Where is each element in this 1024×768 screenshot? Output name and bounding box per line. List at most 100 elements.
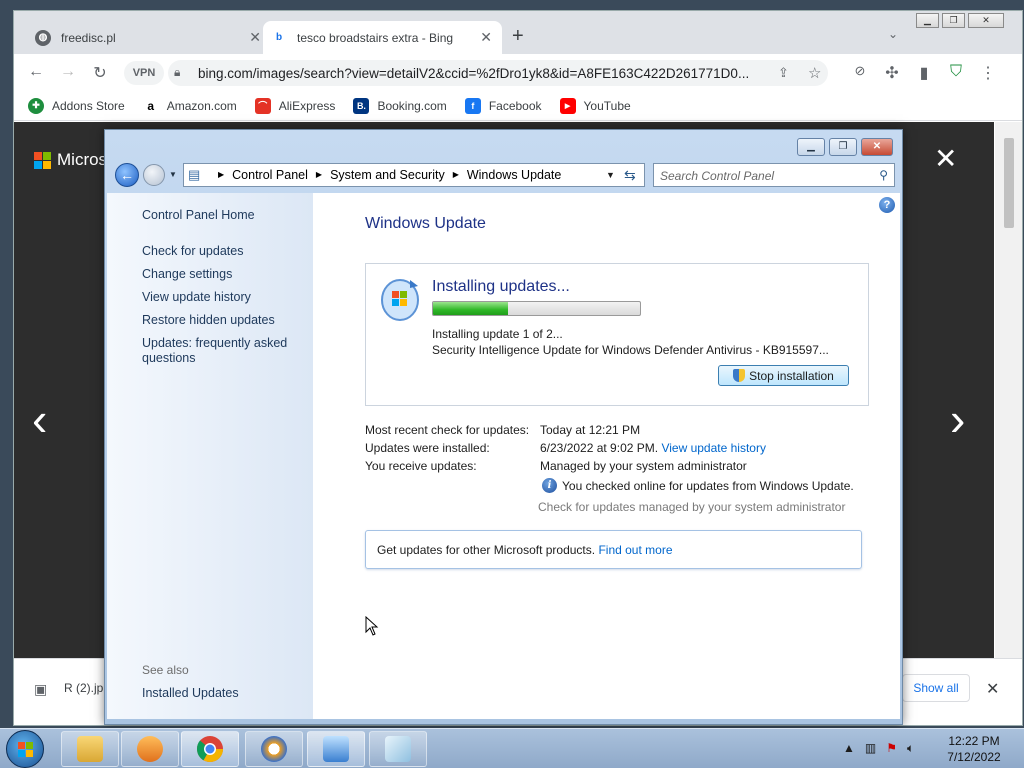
- restore-hidden-updates-link[interactable]: Restore hidden updates: [142, 313, 275, 327]
- close-download-bar-icon[interactable]: ✕: [986, 679, 999, 699]
- help-icon[interactable]: ?: [879, 197, 895, 213]
- shield-check-icon[interactable]: ⛉: [946, 63, 966, 81]
- find-out-more-link[interactable]: Find out more: [598, 543, 672, 557]
- tab-search-chevron-icon[interactable]: ⌄: [888, 27, 898, 41]
- cp-minimize-button[interactable]: ▁: [797, 138, 825, 156]
- search-input[interactable]: Search Control Panel ⚲: [653, 163, 895, 187]
- amazon-icon: a: [142, 97, 159, 114]
- faq-link[interactable]: Updates: frequently asked questions: [142, 336, 292, 366]
- close-window-button[interactable]: ✕: [968, 13, 1004, 28]
- extensions-puzzle-icon[interactable]: ✣: [882, 63, 902, 83]
- install-progress-bar: [432, 301, 641, 316]
- share-icon[interactable]: ⇪: [778, 65, 789, 81]
- recent-check-value: Today at 12:21 PM: [540, 423, 641, 437]
- install-update-name: Security Intelligence Update for Windows…: [432, 343, 829, 357]
- network-icon[interactable]: ▥: [865, 741, 876, 756]
- check-for-updates-link[interactable]: Check for updates: [142, 244, 243, 258]
- installing-panel: Installing updates... Installing update …: [365, 263, 869, 406]
- history-dropdown-icon[interactable]: ▼: [169, 170, 177, 179]
- page-scrollbar[interactable]: [995, 122, 1022, 658]
- addons-icon: ✚: [28, 97, 44, 114]
- taskbar-media-player[interactable]: [121, 731, 179, 767]
- taskbar-explorer[interactable]: [61, 731, 119, 767]
- show-hidden-icons[interactable]: ▲: [843, 741, 855, 756]
- close-tab-icon[interactable]: ✕: [249, 29, 261, 46]
- address-dropdown-icon[interactable]: ▼: [606, 170, 615, 180]
- bookmark-amazon[interactable]: a Amazon.com: [142, 97, 237, 114]
- new-tab-button[interactable]: +: [512, 25, 524, 48]
- close-viewer-icon[interactable]: ✕: [934, 142, 957, 175]
- tab-freedisc[interactable]: ◍ freedisc.pl ✕: [27, 21, 271, 54]
- installed-updates-link[interactable]: Installed Updates: [142, 686, 239, 700]
- installed-value: 6/23/2022 at 9:02 PM.: [540, 441, 659, 455]
- media-player-icon: [137, 736, 163, 762]
- change-settings-link[interactable]: Change settings: [142, 267, 232, 281]
- other-products-box: Get updates for other Microsoft products…: [365, 530, 862, 569]
- breadcrumb[interactable]: ▤ ▶ Control Panel ▶ System and Security …: [183, 163, 645, 187]
- bookmark-booking[interactable]: B. Booking.com: [353, 97, 447, 114]
- notepad-icon: [385, 736, 411, 762]
- system-tray: ▲ ▥ ⚑ 🔈︎: [843, 741, 914, 756]
- control-panel-home-link[interactable]: Control Panel Home: [142, 208, 255, 222]
- action-center-icon[interactable]: ⚑: [886, 741, 897, 756]
- forward-arrow-icon[interactable]: [143, 164, 165, 186]
- refresh-icon[interactable]: ⇆: [624, 167, 636, 184]
- clock-time: 12:22 PM: [948, 734, 1000, 748]
- back-icon[interactable]: ←: [26, 63, 46, 81]
- managed-note: Check for updates managed by your system…: [538, 500, 846, 514]
- installed-label: Updates were installed:: [365, 441, 490, 455]
- view-update-history-link[interactable]: View update history: [142, 290, 251, 304]
- mouse-cursor-icon: [365, 616, 379, 636]
- maximize-button[interactable]: ❐: [942, 13, 965, 28]
- previous-arrow-icon[interactable]: ‹: [32, 392, 47, 446]
- breadcrumb-control-panel[interactable]: Control Panel: [232, 168, 308, 182]
- progress-fill: [433, 302, 508, 315]
- volume-icon[interactable]: 🔈︎: [907, 741, 914, 756]
- breadcrumb-windows-update[interactable]: Windows Update: [467, 168, 562, 182]
- install-status: Installing update 1 of 2...: [432, 327, 563, 341]
- control-panel-body: Control Panel Home Check for updates Cha…: [107, 193, 900, 719]
- reload-icon[interactable]: ↻: [90, 63, 110, 83]
- vpn-badge[interactable]: VPN: [124, 61, 164, 85]
- forward-icon[interactable]: →: [58, 63, 78, 81]
- booking-icon: B.: [353, 97, 370, 114]
- cp-maximize-button[interactable]: ❐: [829, 138, 857, 156]
- installing-heading: Installing updates...: [432, 278, 570, 295]
- start-button[interactable]: [6, 730, 44, 768]
- bookmark-addons-store[interactable]: ✚ Addons Store: [28, 97, 125, 114]
- taskbar-control-panel[interactable]: [307, 731, 365, 767]
- lock-icon: 🔒︎: [174, 65, 181, 79]
- page-title: Windows Update: [365, 215, 486, 232]
- back-arrow-icon[interactable]: ←: [115, 163, 139, 187]
- tab-bing[interactable]: b tesco broadstairs extra - Bing im ✕: [263, 21, 502, 54]
- taskbar-notepad[interactable]: [369, 731, 427, 767]
- taskbar-chrome[interactable]: [181, 731, 239, 767]
- search-icon[interactable]: ⚲: [879, 168, 888, 182]
- show-all-button[interactable]: Show all: [902, 674, 970, 702]
- clock[interactable]: 12:22 PM 7/12/2022: [940, 733, 1008, 765]
- tab-title: freedisc.pl: [61, 30, 116, 45]
- receive-value: Managed by your system administrator: [540, 459, 747, 473]
- next-arrow-icon[interactable]: ›: [950, 392, 965, 446]
- bookmark-label: Addons Store: [52, 98, 125, 113]
- extension-adblock-icon[interactable]: ⊘: [850, 63, 870, 79]
- bookmark-aliexpress[interactable]: ⌒ AliExpress: [254, 97, 335, 114]
- breadcrumb-system-security[interactable]: System and Security: [330, 168, 445, 182]
- aliexpress-icon: ⌒: [254, 97, 271, 114]
- stop-installation-button[interactable]: Stop installation: [718, 365, 849, 386]
- bookmarks-bar: ✚ Addons Store a Amazon.com ⌒ AliExpress B.…: [14, 91, 1022, 121]
- address-bar[interactable]: 🔒︎ bing.com/images/search?view=detailV2&…: [168, 60, 828, 86]
- download-filename[interactable]: R (2).jp: [64, 681, 103, 695]
- bookmark-label: YouTube: [583, 98, 631, 113]
- bookmark-facebook[interactable]: f Facebook: [464, 97, 542, 114]
- cp-close-button[interactable]: ✕: [861, 138, 893, 156]
- menu-kebab-icon[interactable]: ⋮: [978, 63, 998, 83]
- bookmark-star-icon[interactable]: ☆: [808, 64, 821, 82]
- bookmark-youtube[interactable]: ▶ YouTube: [559, 97, 631, 114]
- taskbar-keepass[interactable]: [245, 731, 303, 767]
- view-update-history-inline-link[interactable]: View update history: [661, 441, 766, 455]
- scroll-thumb[interactable]: [1004, 138, 1014, 228]
- minimize-button[interactable]: ▁: [916, 13, 939, 28]
- close-tab-icon[interactable]: ✕: [480, 29, 492, 46]
- side-panel-icon[interactable]: ▮: [914, 63, 934, 83]
